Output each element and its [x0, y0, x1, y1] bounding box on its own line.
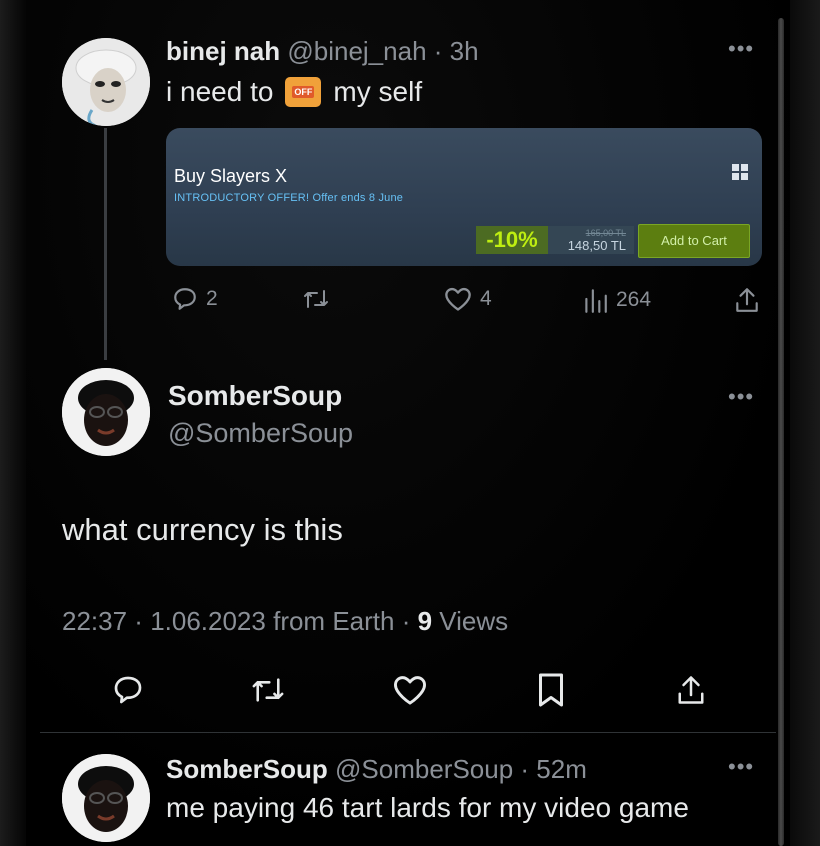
tweet1-text-before: i need to	[166, 76, 274, 107]
like-button[interactable]	[392, 674, 428, 706]
tweet2-source: from Earth	[273, 606, 395, 636]
final-price: 148,50 TL	[567, 238, 626, 253]
reply-button[interactable]: 2	[172, 286, 218, 312]
tweet2-views-label[interactable]: Views	[439, 606, 508, 636]
views-count: 264	[616, 288, 652, 311]
tweet1-actions: 2 4 264	[166, 286, 766, 318]
reply-icon	[114, 676, 142, 704]
reply-count: 2	[206, 287, 218, 310]
tweet2-author-name[interactable]: SomberSoup	[168, 380, 342, 412]
tweet3-time[interactable]: 52m	[536, 754, 587, 784]
discount-badge: -10%	[476, 226, 548, 254]
share-icon	[678, 676, 704, 704]
retweet-icon	[252, 678, 284, 702]
tweet1-header: binej nah @binej_nah · 3h	[166, 36, 479, 67]
price-box: 165,00 TL 148,50 TL	[548, 226, 634, 254]
avatar-sombersoup[interactable]	[62, 368, 150, 456]
tweet2-actions	[0, 670, 820, 710]
steam-offer-text: INTRODUCTORY OFFER! Offer ends 8 June	[174, 192, 404, 204]
tweet2-meta: 22:37 · 1.06.2023 from Earth · 9 Views	[62, 606, 509, 636]
add-to-cart-button[interactable]: Add to Cart	[638, 224, 750, 258]
tweet1-text: i need to OFF my self	[166, 76, 422, 108]
bookmark-icon	[539, 673, 563, 707]
tweet1-author-name[interactable]: binej nah	[166, 36, 280, 66]
tweet1-text-after: my self	[333, 76, 423, 107]
frame-edge-left	[0, 0, 26, 846]
tweet2-time[interactable]: 22:37	[62, 606, 127, 636]
retweet-icon	[304, 290, 328, 308]
tweet2-body: what currency is this	[62, 512, 343, 547]
off-emoji-icon: OFF	[285, 77, 322, 107]
tweet2-views-count: 9	[417, 606, 433, 636]
tweet3-more-icon[interactable]: •••	[728, 754, 754, 780]
tweet3-author-name[interactable]: SomberSoup	[166, 754, 328, 784]
scrollbar[interactable]	[778, 18, 784, 846]
views-icon	[585, 289, 607, 313]
heart-icon	[445, 287, 471, 311]
divider	[40, 732, 776, 733]
views-button[interactable]: 264	[582, 286, 651, 314]
tweet3-header: SomberSoup @SomberSoup · 52m	[166, 754, 587, 784]
bookmark-button[interactable]	[536, 672, 566, 708]
retweet-button[interactable]	[250, 674, 286, 706]
thread-line	[104, 128, 107, 360]
heart-icon	[394, 676, 426, 705]
steam-title: Buy Slayers X	[174, 166, 288, 186]
like-count: 4	[480, 287, 492, 310]
tweet3-handle[interactable]: @SomberSoup	[335, 754, 513, 784]
avatar-sombersoup-reply[interactable]	[62, 754, 150, 842]
tweet2-handle[interactable]: @SomberSoup	[168, 418, 353, 449]
like-button[interactable]: 4	[444, 286, 492, 312]
steam-purchase-card[interactable]: Buy Slayers X INTRODUCTORY OFFER! Offer …	[166, 128, 762, 266]
tweet1-dot: ·	[426, 36, 450, 66]
tweet1-time[interactable]: 3h	[450, 36, 479, 66]
frame-edge-right	[790, 0, 820, 846]
share-button[interactable]	[676, 672, 706, 708]
off-emoji-label: OFF	[292, 86, 315, 98]
tweet2-more-icon[interactable]: •••	[728, 384, 754, 410]
reply-button[interactable]	[112, 674, 144, 706]
avatar-binej[interactable]	[62, 38, 150, 126]
tweet1-handle[interactable]: @binej_nah	[287, 36, 426, 66]
share-icon	[736, 288, 758, 312]
tweet2-date[interactable]: 1.06.2023	[150, 606, 266, 636]
reply-icon	[174, 288, 196, 310]
original-price: 165,00 TL	[585, 228, 626, 238]
retweet-button[interactable]	[302, 286, 330, 312]
windows-icon	[732, 164, 748, 180]
share-button[interactable]	[734, 286, 760, 314]
tweet3-text: me paying 46 tart lards for my video gam…	[166, 792, 689, 823]
tweet1-more-icon[interactable]: •••	[728, 36, 754, 62]
